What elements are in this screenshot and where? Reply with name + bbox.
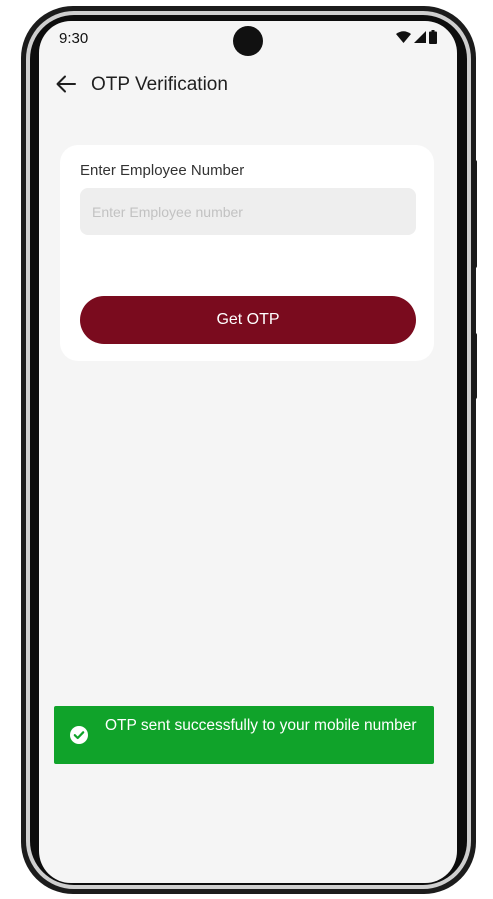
volume-button: [472, 333, 477, 399]
power-button: [472, 160, 477, 268]
page-title: OTP Verification: [91, 74, 228, 95]
battery-icon: [429, 29, 437, 49]
otp-form-card: Enter Employee Number Get OTP: [60, 145, 434, 361]
screen: 9:30 OTP Verification Enter Employee Num…: [39, 21, 457, 883]
get-otp-button[interactable]: Get OTP: [80, 296, 416, 344]
status-bar: 9:30: [39, 21, 457, 61]
success-toast: OTP sent successfully to your mobile num…: [54, 706, 434, 764]
front-camera: [233, 26, 263, 56]
status-icons: [396, 29, 437, 49]
employee-number-label: Enter Employee Number: [80, 162, 245, 179]
employee-number-input[interactable]: [80, 188, 416, 235]
status-time: 9:30: [59, 30, 89, 47]
back-button[interactable]: [53, 73, 79, 99]
app-bar: OTP Verification: [39, 65, 457, 109]
check-circle-icon: [70, 726, 88, 744]
toast-message: OTP sent successfully to your mobile num…: [105, 717, 417, 734]
arrow-left-icon: [56, 75, 76, 98]
wifi-icon: [396, 30, 411, 48]
signal-icon: [414, 30, 426, 48]
